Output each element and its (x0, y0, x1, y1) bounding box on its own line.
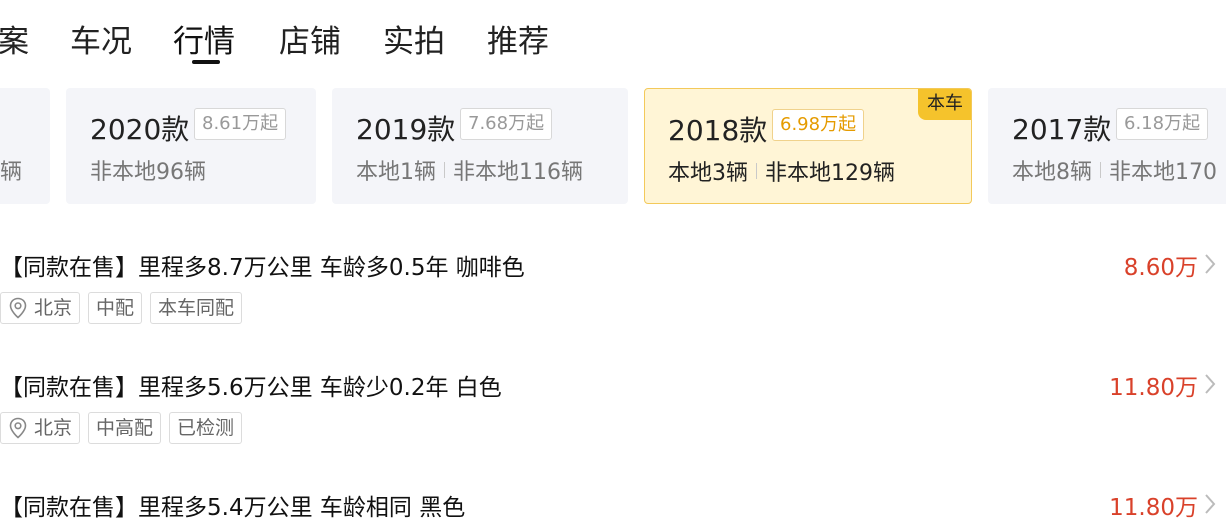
card-price-chip: 8.61万起 (194, 108, 287, 140)
card-stats: 本地3辆 非本地129辆 (668, 155, 895, 187)
tag-trim: 中高配 (88, 412, 162, 444)
chevron-right-icon (1205, 254, 1216, 274)
tab-market[interactable]: 行情 (173, 16, 235, 61)
card-stats: 非本地96辆 (90, 154, 206, 186)
current-car-badge: 本车 (918, 89, 971, 120)
card-price-chip: 7.68万起 (460, 108, 553, 140)
card-year: 2020款 (90, 113, 190, 146)
tag-inspected: 已检测 (169, 412, 243, 444)
card-year: 2019款 (356, 113, 456, 146)
stat-divider (1100, 162, 1101, 178)
card-stats: 本地1辆 非本地116辆 (356, 154, 583, 186)
tag-config: 本车同配 (150, 292, 243, 324)
listing-row[interactable]: 【同款在售】里程多5.6万公里 车龄少0.2年 白色 11.80万 北京 中高配… (0, 368, 1226, 488)
card-local-count: 本地1辆 (356, 160, 436, 185)
card-local-count: 本地8辆 (1012, 160, 1092, 185)
section-tabs: 案 车况 行情 店铺 实拍 推荐 (0, 0, 1226, 72)
card-price-chip: 6.18万起 (1116, 108, 1209, 140)
listing-row[interactable]: 【同款在售】里程多5.4万公里 车龄相同 黑色 11.80万 (0, 488, 1226, 518)
tag-location: 北京 (0, 412, 81, 444)
listing-title: 【同款在售】里程多5.6万公里 车龄少0.2年 白色 (0, 375, 502, 401)
card-price-chip: 6.98万起 (772, 109, 865, 141)
listing-title: 【同款在售】里程多5.4万公里 车龄相同 黑色 (0, 495, 466, 518)
card-nonlocal-count: 非本地116辆 (453, 160, 583, 185)
card-nonlocal-count: 非本地96辆 (90, 160, 206, 185)
year-card-2018[interactable]: 2018款 6.98万起 本地3辆 非本地129辆 本车 (644, 88, 972, 204)
tab-recommend[interactable]: 推荐 (487, 16, 549, 61)
listing-price: 11.80万 (1109, 375, 1198, 401)
card-year: 2018款 (668, 114, 768, 147)
chevron-right-icon (1205, 374, 1216, 394)
year-card-strip: 辆 2020款 8.61万起 非本地96辆 2019款 7.68万起 本地1辆 … (0, 88, 1226, 204)
card-nonlocal-count: 非本地170 (1109, 160, 1217, 185)
card-stats: 本地8辆 非本地170 (1012, 154, 1217, 186)
tab-photos[interactable]: 实拍 (383, 16, 445, 61)
year-card-2017[interactable]: 2017款 6.18万起 本地8辆 非本地170 (988, 88, 1226, 204)
year-card-2020[interactable]: 2020款 8.61万起 非本地96辆 (66, 88, 316, 204)
tag-trim: 中配 (88, 292, 143, 324)
listing-price: 8.60万 (1123, 255, 1198, 281)
listing-tags: 北京 中高配 已检测 (0, 412, 243, 444)
year-card-2019[interactable]: 2019款 7.68万起 本地1辆 非本地116辆 (332, 88, 628, 204)
tab-condition[interactable]: 车况 (70, 16, 132, 61)
stat-divider (756, 163, 757, 179)
active-tab-indicator (192, 60, 220, 64)
listing-row[interactable]: 【同款在售】里程多8.7万公里 车龄多0.5年 咖啡色 8.60万 北京 中配 … (0, 248, 1226, 368)
card-nonlocal-count: 辆 (0, 160, 23, 185)
year-card-partial[interactable]: 辆 (0, 88, 50, 204)
location-pin-icon (9, 297, 27, 319)
listing-tags: 北京 中配 本车同配 (0, 292, 243, 324)
card-year: 2017款 (1012, 113, 1112, 146)
card-local-count: 本地3辆 (668, 161, 748, 186)
listing-title: 【同款在售】里程多8.7万公里 车龄多0.5年 咖啡色 (0, 255, 525, 281)
card-nonlocal-count: 非本地129辆 (765, 161, 895, 186)
chevron-right-icon (1205, 494, 1216, 514)
listing-price: 11.80万 (1109, 495, 1198, 518)
tag-location: 北京 (0, 292, 81, 324)
tab-plan[interactable]: 案 (0, 16, 29, 61)
tab-store[interactable]: 店铺 (279, 16, 341, 61)
location-pin-icon (9, 417, 27, 439)
stat-divider (444, 162, 445, 178)
